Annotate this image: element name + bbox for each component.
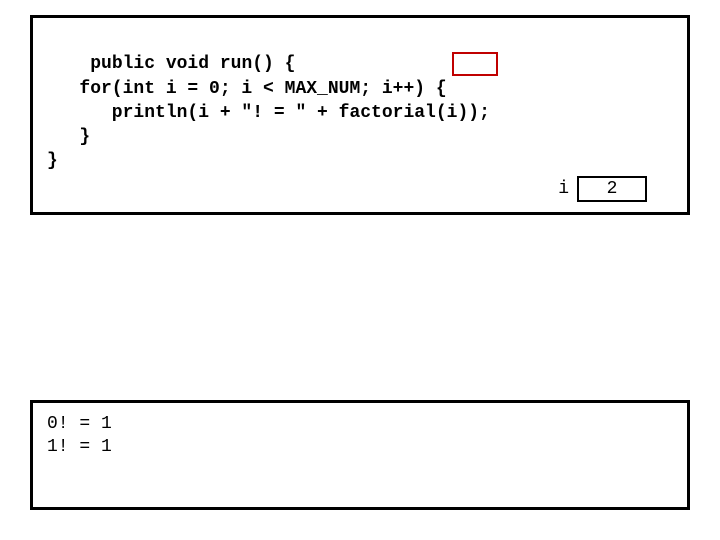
variable-value: 2 [607,179,618,199]
code-line-3: println(i + "! = " + factorial(i)); [47,103,490,123]
highlight-increment [452,52,498,76]
variable-value-box: 2 [577,176,647,202]
output-panel: 0! = 1 1! = 1 [30,400,690,510]
code-panel: public void run() { for(int i = 0; i < M… [30,15,690,215]
code-line-4: } [47,127,90,147]
variable-name: i [558,179,569,199]
variable-display: i 2 [558,176,647,202]
code-line-2: for(int i = 0; i < MAX_NUM; i++) { [47,79,447,99]
output-line-1: 0! = 1 [47,414,112,434]
code-line-1: public void run() { [90,54,295,74]
code-line-5: } [47,151,58,171]
output-line-2: 1! = 1 [47,437,112,457]
